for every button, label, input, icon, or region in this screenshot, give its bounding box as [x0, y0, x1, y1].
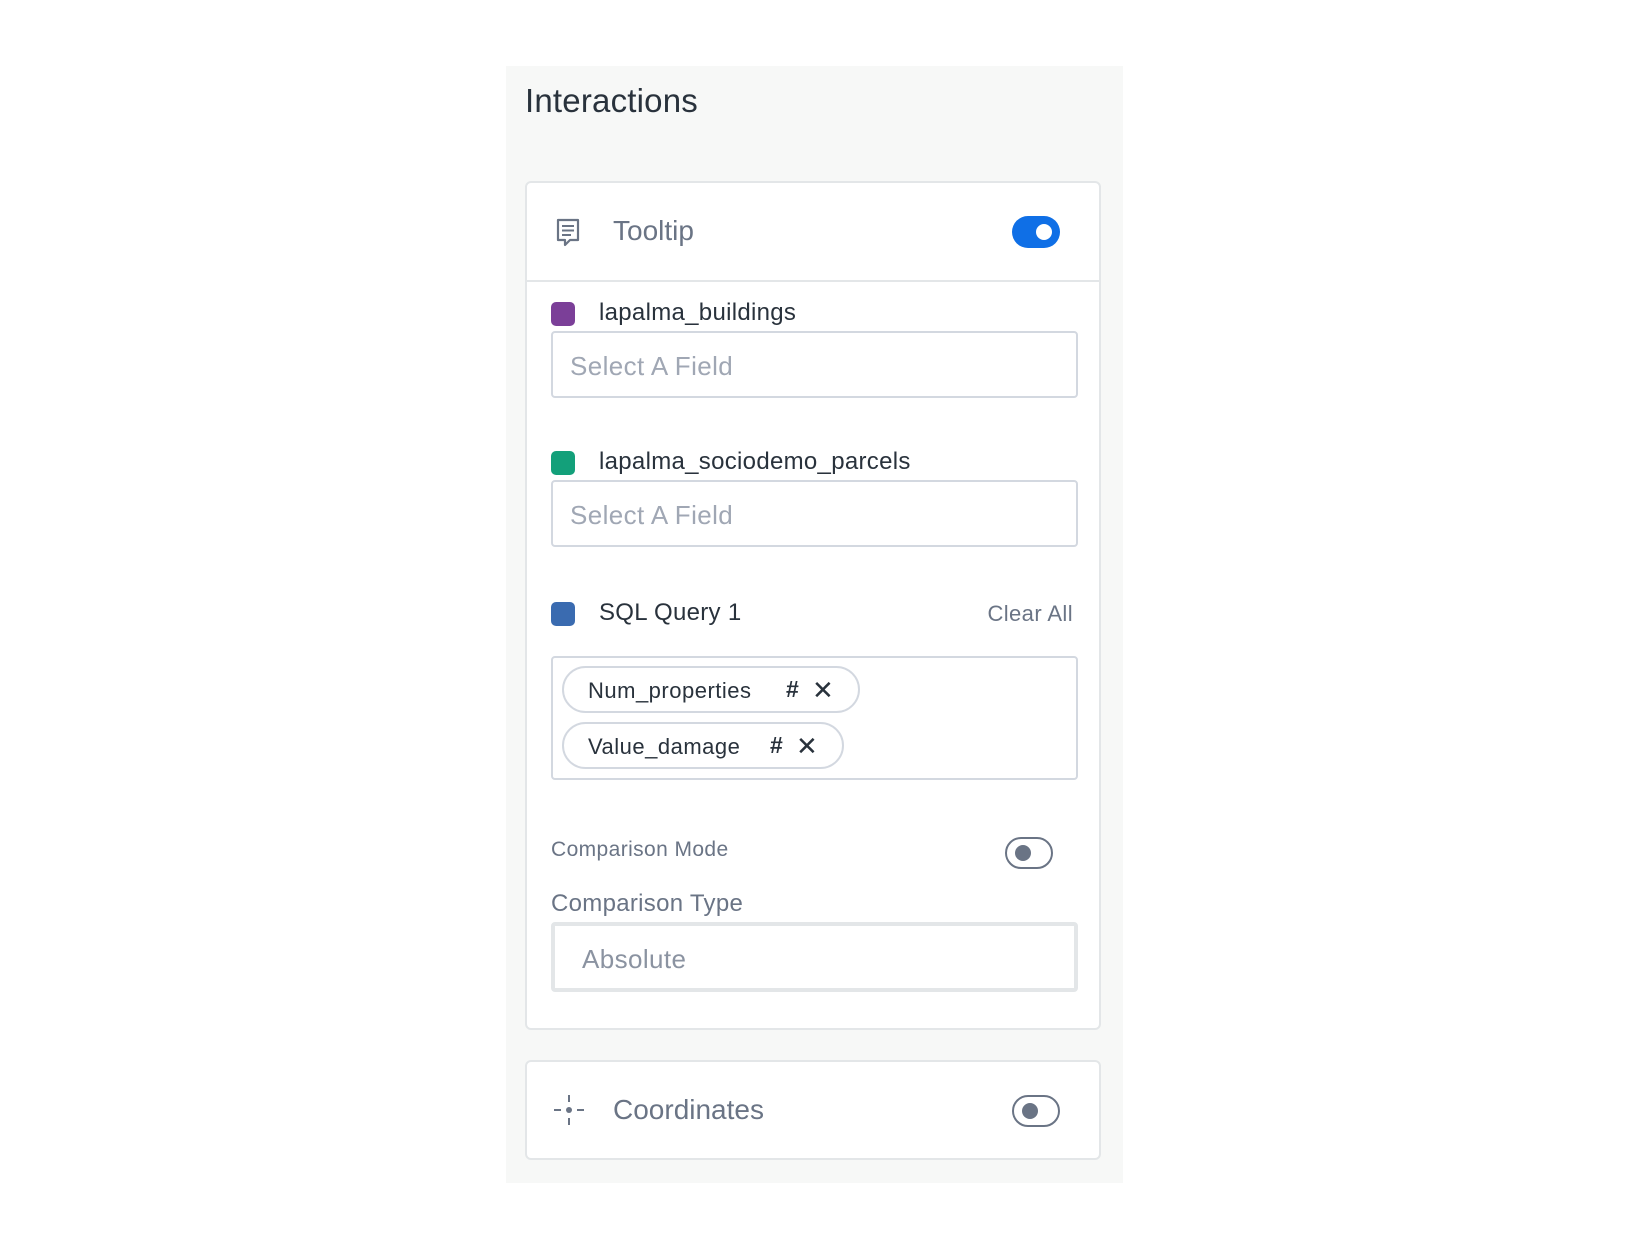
- field-select-placeholder: Select A Field: [570, 500, 734, 530]
- layer-color-swatch: [551, 451, 575, 475]
- tooltip-header: Tooltip: [527, 183, 1099, 282]
- toggle-knob: [1022, 1103, 1038, 1119]
- tooltip-icon: [556, 218, 580, 247]
- field-select-sociodemo-parcels[interactable]: Select A Field: [551, 480, 1078, 547]
- comparison-mode-label: Comparison Mode: [551, 838, 729, 861]
- layer-row-buildings: lapalma_buildings: [551, 299, 1079, 329]
- comparison-type-label: Comparison Type: [551, 890, 744, 917]
- coordinates-title: Coordinates: [613, 1094, 764, 1125]
- coordinates-card: Coordinates: [525, 1060, 1101, 1160]
- field-select-buildings[interactable]: Select A Field: [551, 331, 1078, 398]
- clear-all-button[interactable]: Clear All: [987, 601, 1073, 627]
- comparison-mode-toggle[interactable]: [1005, 837, 1053, 869]
- selected-fields-box[interactable]: Num_properties # ✕ Value_damage # ✕: [551, 656, 1078, 780]
- field-chip-value-damage[interactable]: Value_damage # ✕: [562, 722, 844, 769]
- crosshair-icon: [554, 1095, 584, 1125]
- toggle-knob: [1015, 845, 1031, 861]
- close-icon[interactable]: ✕: [812, 675, 834, 706]
- chip-label: Value_damage: [588, 734, 741, 759]
- coordinates-header: Coordinates: [527, 1062, 1099, 1161]
- coordinates-toggle[interactable]: [1012, 1095, 1060, 1127]
- layer-name: SQL Query 1: [599, 599, 742, 626]
- tooltip-toggle[interactable]: [1012, 216, 1060, 248]
- layer-name: lapalma_buildings: [599, 299, 797, 326]
- comparison-type-value: Absolute: [582, 944, 687, 974]
- close-icon[interactable]: ✕: [796, 731, 818, 762]
- tooltip-title: Tooltip: [613, 215, 694, 246]
- layer-row-sociodemo-parcels: lapalma_sociodemo_parcels: [551, 448, 1079, 478]
- layer-name: lapalma_sociodemo_parcels: [599, 448, 911, 475]
- numeric-type-icon: #: [786, 676, 799, 702]
- field-select-placeholder: Select A Field: [570, 351, 734, 381]
- numeric-type-icon: #: [770, 732, 783, 758]
- layer-color-swatch: [551, 302, 575, 326]
- comparison-type-select[interactable]: Absolute: [551, 922, 1078, 992]
- field-chip-num-properties[interactable]: Num_properties # ✕: [562, 666, 860, 713]
- panel-title: Interactions: [525, 82, 698, 119]
- chip-label: Num_properties: [588, 678, 752, 703]
- layer-row-sql-query-1: SQL Query 1 Clear All: [551, 599, 1079, 629]
- toggle-knob: [1036, 224, 1052, 240]
- tooltip-card: Tooltip lapalma_buildings Select A Field…: [525, 181, 1101, 1030]
- layer-color-swatch: [551, 602, 575, 626]
- interactions-panel: Interactions Tooltip lapalma_buildings S…: [506, 66, 1123, 1183]
